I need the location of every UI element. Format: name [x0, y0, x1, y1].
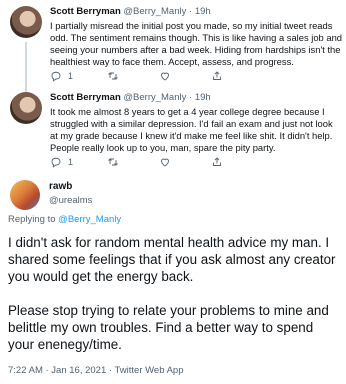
- author-name[interactable]: Scott Berryman: [50, 92, 121, 103]
- retweet-icon: [108, 158, 118, 166]
- author-handle[interactable]: @Berry_Manly: [123, 92, 186, 103]
- avatar[interactable]: [10, 92, 42, 124]
- tweet-paragraph: I didn't ask for random mental health ad…: [8, 235, 336, 284]
- tweet-actions: 1: [50, 156, 257, 168]
- reply-icon: [51, 71, 61, 82]
- retweet-icon: [108, 72, 118, 80]
- author-handle[interactable]: @Berry_Manly: [123, 6, 186, 17]
- reply-button[interactable]: 1: [50, 156, 73, 168]
- share-button[interactable]: [211, 70, 223, 82]
- author-name[interactable]: rawb: [49, 181, 72, 192]
- reply-tweet-1[interactable]: Scott Berryman @Berry_Manly · 19h I part…: [0, 6, 346, 94]
- replying-to-link[interactable]: @Berry_Manly: [58, 214, 121, 225]
- main-tweet-text: I didn't ask for random mental health ad…: [8, 234, 342, 370]
- thread-line: [25, 42, 27, 94]
- like-icon: [161, 158, 169, 167]
- reply-count: 1: [68, 157, 74, 167]
- tweet-text: It took me almost 8 years to get a 4 yea…: [50, 106, 333, 153]
- tweet-time[interactable]: 19h: [195, 6, 211, 17]
- tweet-paragraph: Please stop trying to relate your proble…: [8, 303, 329, 352]
- reply-icon: [51, 157, 61, 168]
- share-icon: [213, 157, 221, 166]
- like-icon: [161, 72, 169, 81]
- tweet-time[interactable]: 19h: [195, 92, 211, 103]
- reply-tweet-2[interactable]: Scott Berryman @Berry_Manly · 19h It too…: [0, 92, 346, 172]
- retweet-button[interactable]: [107, 156, 125, 168]
- tweet-thread: Scott Berryman @Berry_Manly · 19h I part…: [0, 0, 346, 384]
- like-button[interactable]: [159, 156, 177, 168]
- author-name[interactable]: Scott Berryman: [50, 6, 121, 17]
- replying-to: Replying to @Berry_Manly: [8, 214, 121, 225]
- like-button[interactable]: [159, 70, 177, 82]
- tweet-timestamp[interactable]: 7:22 AM · Jan 16, 2021 · Twitter Web App: [8, 365, 184, 376]
- avatar[interactable]: [10, 180, 40, 210]
- tweet-header: Scott Berryman @Berry_Manly · 19h: [50, 92, 211, 104]
- retweet-button[interactable]: [107, 70, 125, 82]
- share-icon: [213, 71, 221, 80]
- tweet-text: I partially misread the initial post you…: [50, 20, 343, 67]
- share-button[interactable]: [211, 156, 223, 168]
- author-handle[interactable]: @urealms: [49, 195, 92, 206]
- reply-count: 1: [68, 71, 74, 81]
- avatar[interactable]: [10, 6, 42, 38]
- separator: ·: [189, 92, 193, 103]
- replying-prefix: Replying to: [8, 214, 56, 225]
- tweet-header: Scott Berryman @Berry_Manly · 19h: [50, 6, 211, 18]
- separator: ·: [189, 6, 193, 17]
- reply-button[interactable]: 1: [50, 70, 73, 82]
- tweet-actions: 1: [50, 70, 257, 82]
